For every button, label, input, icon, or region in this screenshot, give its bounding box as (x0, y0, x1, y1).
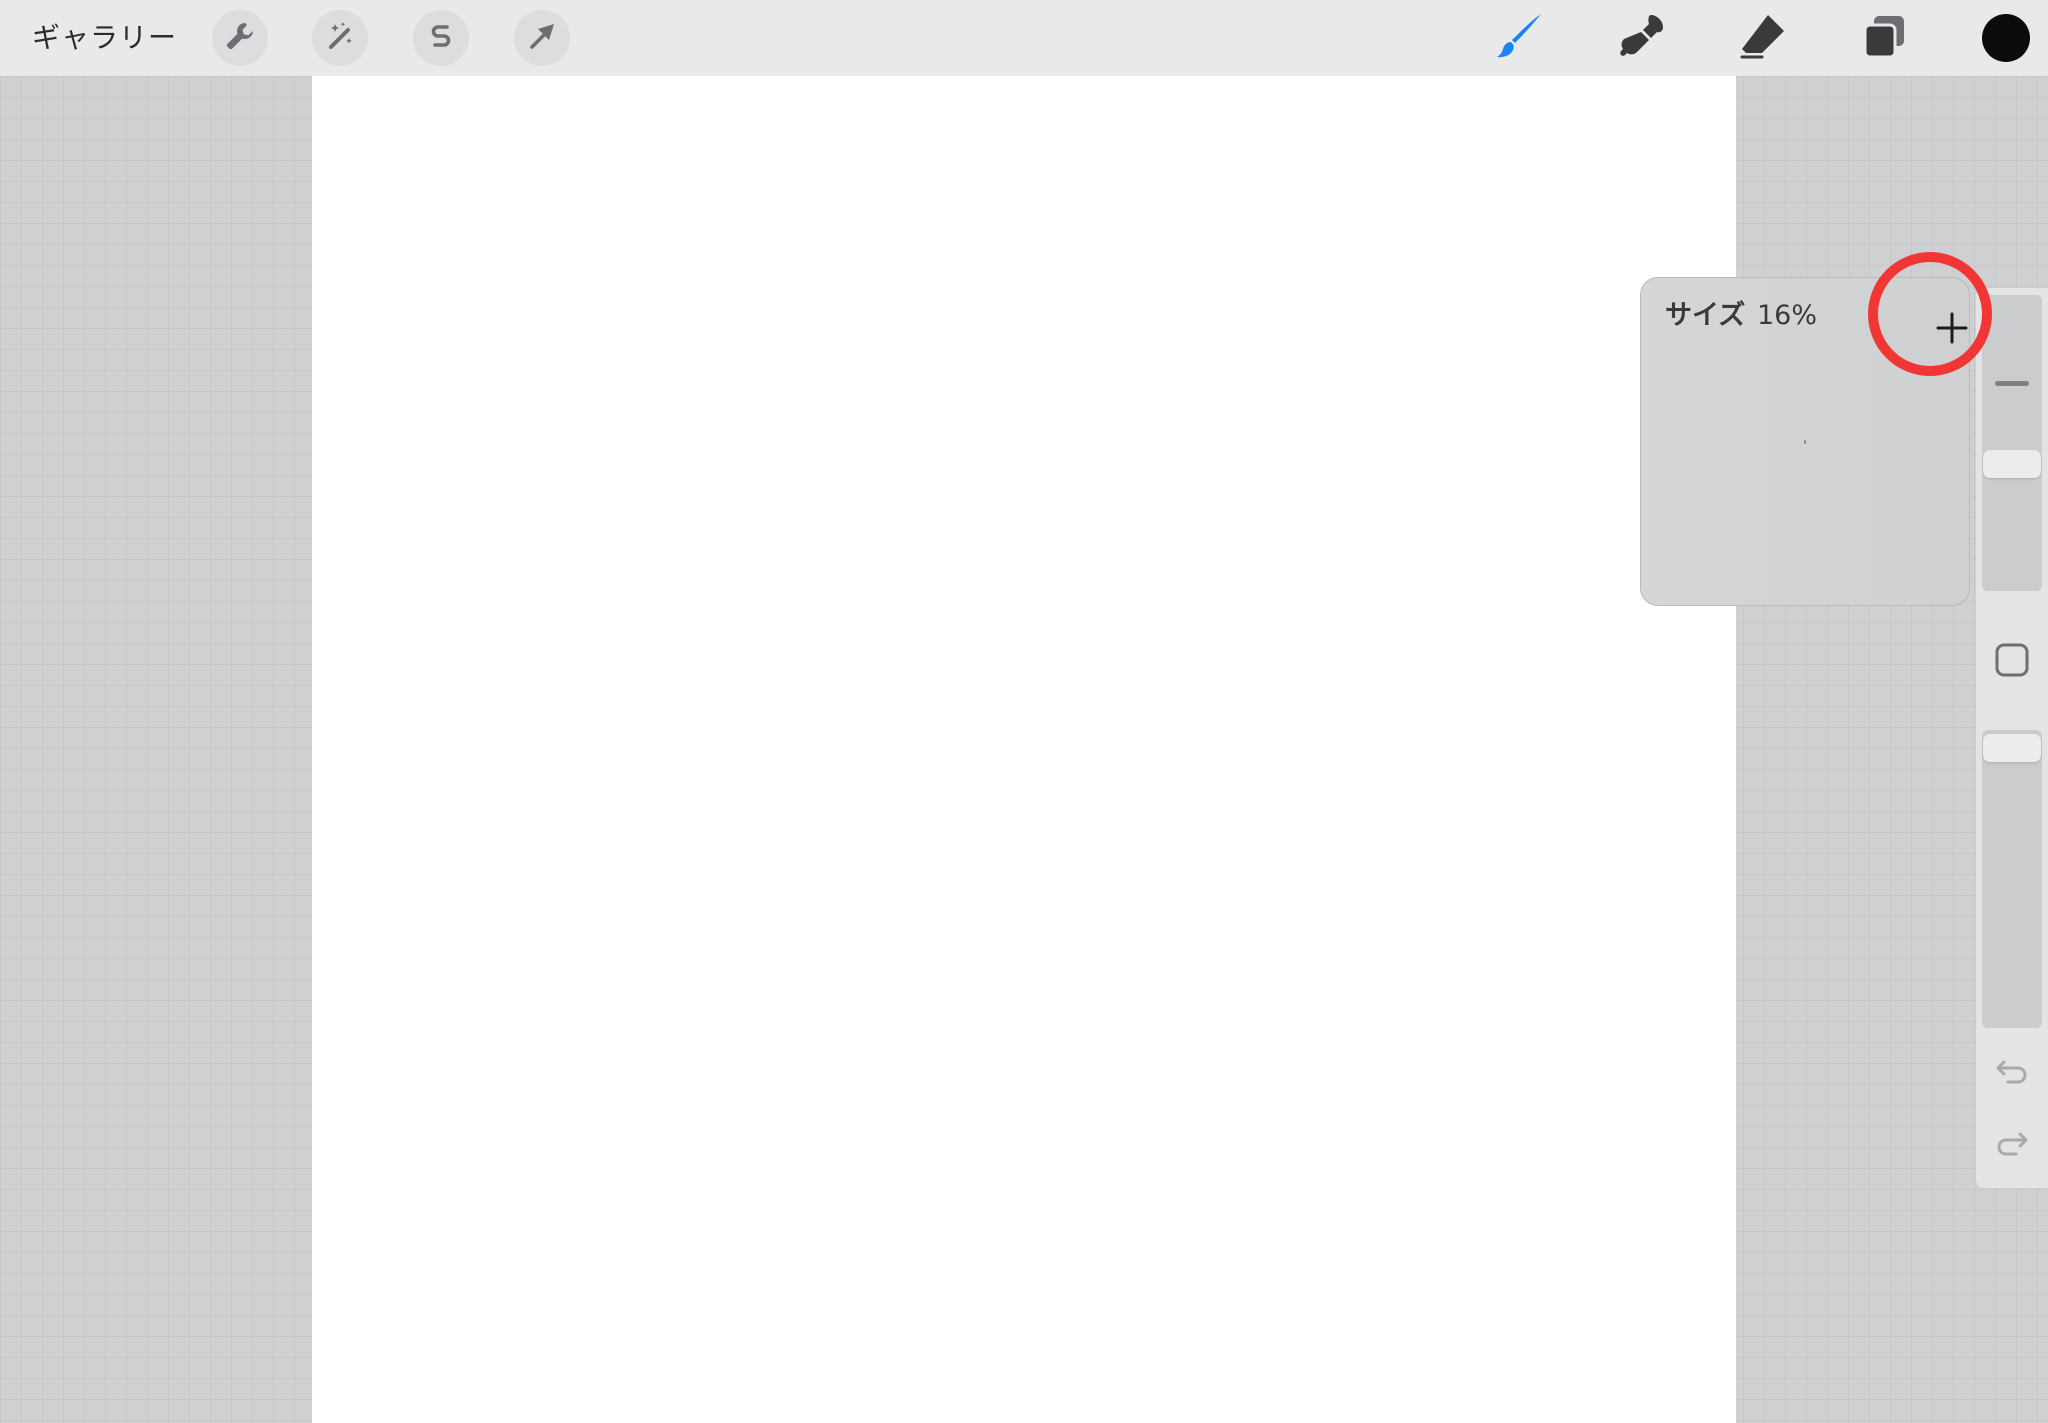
transform-arrow-icon (525, 19, 559, 57)
undo-icon (1994, 1052, 2030, 1092)
brush-preview-dot (1804, 440, 1806, 444)
top-toolbar: ギャラリー (0, 0, 2048, 76)
smudge-button[interactable] (1614, 10, 1670, 66)
brush-size-popover: サイズ 16% (1640, 277, 1970, 606)
brush-button[interactable] (1493, 10, 1549, 66)
redo-button[interactable] (1992, 1124, 2032, 1164)
modify-square-icon (1995, 643, 2029, 681)
increase-size-button[interactable] (1922, 300, 1982, 360)
modify-button[interactable] (1995, 643, 2029, 681)
layers-button[interactable] (1856, 10, 1912, 66)
transform-button[interactable] (514, 10, 570, 66)
plus-icon (1935, 311, 1969, 349)
brush-opacity-slider-thumb[interactable] (1983, 734, 2041, 762)
color-picker-button[interactable] (1982, 14, 2030, 62)
minus-dash-icon (1995, 381, 2029, 386)
drawing-canvas[interactable] (312, 76, 1736, 1423)
brush-opacity-slider[interactable] (1982, 730, 2042, 1028)
smudge-icon (1615, 9, 1669, 67)
eraser-button[interactable] (1735, 10, 1791, 66)
size-label: サイズ (1665, 300, 1746, 331)
eraser-icon (1736, 9, 1790, 67)
size-value: 16% (1757, 300, 1818, 331)
selection-button[interactable] (413, 10, 469, 66)
magic-wand-icon (323, 19, 357, 57)
actions-button[interactable] (212, 10, 268, 66)
wrench-icon (223, 19, 257, 57)
layers-icon (1857, 9, 1911, 67)
brush-icon (1493, 8, 1549, 68)
adjustments-button[interactable] (312, 10, 368, 66)
selection-s-icon (424, 19, 458, 57)
brush-size-slider-thumb[interactable] (1983, 450, 2041, 478)
undo-button[interactable] (1992, 1052, 2032, 1092)
gallery-button[interactable]: ギャラリー (32, 18, 177, 58)
brush-size-slider[interactable] (1982, 295, 2042, 591)
redo-icon (1994, 1124, 2030, 1164)
